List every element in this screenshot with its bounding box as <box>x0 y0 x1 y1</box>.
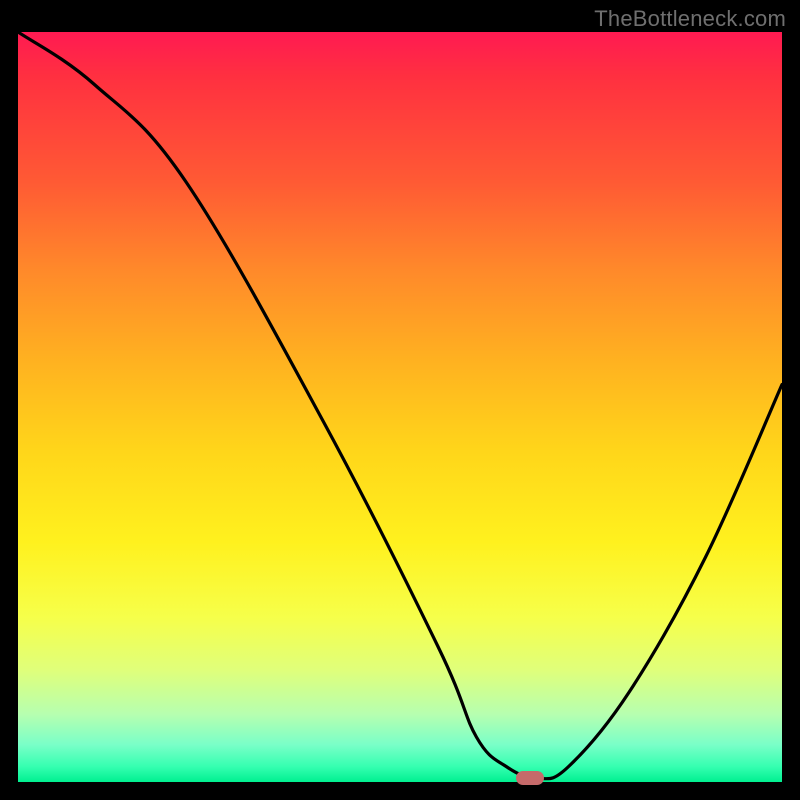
watermark-text: TheBottleneck.com <box>594 6 786 32</box>
curve-path <box>18 32 782 779</box>
plot-area <box>18 32 782 782</box>
chart-frame: TheBottleneck.com <box>0 0 800 800</box>
optimal-point-marker <box>516 771 544 785</box>
bottleneck-curve <box>18 32 782 782</box>
